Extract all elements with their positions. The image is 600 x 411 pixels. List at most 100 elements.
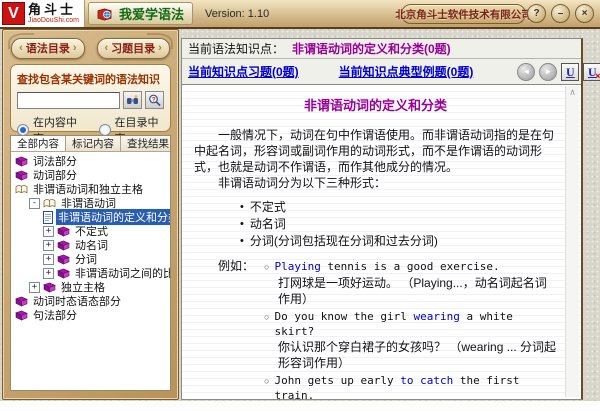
example-highlight: to catch [400,374,454,387]
v-logo-icon: V [2,2,25,25]
example-english-line: ○ Playing tennis is a good exercise. [264,259,557,275]
tab-arrow-left-icon: ‹ [19,41,23,54]
tree-expander-icon[interactable]: + [43,239,54,251]
lesson-title: 非谓语动词的定义和分类 [303,98,447,113]
example-chinese-line: 打网球是一项好运动。 （Playing...，动名词起名词作用） [278,276,547,306]
example-chinese-line: 你认识那个穿白裙子的女孩吗？ （wearing ... 分词起形容词作用） [278,340,557,370]
example-english-text: Do you know the girl wearing a white ski… [274,309,557,339]
tree-expander-icon[interactable]: + [43,267,54,279]
grammar-tree: 词法部分动词部分非谓语动词和独立主格-非谓语动词非谓语动词的定义和分类(0题)+… [11,152,170,322]
close-button[interactable]: × [575,4,594,23]
panel-tab[interactable]: 查找结果 [121,136,170,151]
example-bullet-icon: ○ [264,262,270,272]
example-item: ○ Do you know the girl wearing a white sk… [264,309,557,371]
panel-tab[interactable]: 标记内容 [66,136,121,151]
topic-examples-link[interactable]: 当前知识点典型例题(0题) [339,63,474,80]
tree-expander-icon[interactable]: - [29,197,40,209]
document-scrollbar[interactable]: ∧ [565,86,579,397]
sidebar-tab-label: 语法目录 [25,43,70,55]
sidebar: ‹语法目录›‹习题目录› 查找包含某关键词的语法知识 ? 在内容中查在目录中查 … [2,29,179,400]
company-banner: 北京角斗士软件技术有限公司 [395,4,532,24]
book-closed-icon [15,296,28,307]
tree-item[interactable]: 非谓语动词的定义和分类(0题) [11,208,170,226]
sidebar-tab-exercise-toc[interactable]: ‹ 习题目录 › [96,38,170,59]
example-english-line: ○ John gets up early to catch the first t… [264,373,557,399]
tree-item[interactable]: 动词部分 [11,168,170,182]
topic-exercises-link[interactable]: 当前知识点习题(0题) [188,63,299,80]
current-topic-bar: 当前语法知识点： 非谓语动词的定义和分类(0题) [182,39,581,59]
search-panel: 查找包含某关键词的语法知识 ? 在内容中查在目录中查 [10,64,171,145]
nav-back-button[interactable]: ◄ [517,62,536,81]
tree-expander-icon[interactable]: + [43,225,54,237]
svg-text:?: ? [152,96,156,103]
search-label: 查找包含某关键词的语法知识 [17,74,160,86]
red-cross-icon: × [595,70,600,81]
app-window: V 角斗士 JiaoDouShi.com 我爱学语法 Version: 1.10… [0,0,600,411]
brand-domain: JiaoDouShi.com [28,17,79,24]
minimize-button[interactable]: – [551,4,570,23]
app-title-badge: 我爱学语法 [87,2,193,25]
example-highlight: wearing [413,310,460,323]
tree-expander-icon[interactable]: + [43,253,54,265]
scroll-up-arrow-icon[interactable]: ∧ [566,86,579,99]
bullet-icon: • [240,218,244,230]
form-bullet-list: • 不定式 • 动名词 • 分词(分词包括现在分词和过去分词) [240,199,557,250]
nav-forward-button[interactable]: ► [539,62,558,81]
lesson-paragraph-2: 非谓语动词分为以下三种形式： [218,176,387,190]
content-toolbar: 当前知识点习题(0题) 当前知识点典型例题(0题) ◄ ► U U × [182,59,600,86]
help-button[interactable]: ? [527,4,546,23]
toc-panel: 全部内容 标记内容 查找结果 词法部分 动词部分 非谓语动词和独立主格 - 非谓语动词 非谓语… [10,135,171,391]
book-closed-icon [57,226,70,237]
bullet-label: 分词(分词包括现在分词和过去分词) [249,234,438,248]
version-label: Version: 1.10 [204,7,270,20]
sidebar-tab-grammar-toc[interactable]: ‹ 语法目录 › [11,38,85,59]
tree-item-label: 句法部分 [33,310,77,322]
example-english-text: Playing tennis is a good exercise. [274,259,499,274]
tab-arrow-left-icon: ‹ [104,41,109,54]
mark-underline-button[interactable]: U [561,62,580,81]
tree-item[interactable]: + 不定式 [11,224,170,238]
book-open-icon [43,198,56,209]
search-input[interactable] [17,91,120,109]
examples-block: 例如： ○ Playing tennis is a good exercise. 打… [218,259,557,399]
panel-tab[interactable]: 全部内容 [11,136,66,151]
binoculars-icon [127,95,138,104]
tab-arrow-right-icon: › [72,41,77,54]
title-bar: V 角斗士 JiaoDouShi.com 我爱学语法 Version: 1.10… [0,0,600,27]
example-bullet-icon: ○ [264,312,270,322]
tree-item[interactable]: 句法部分 [11,308,170,322]
examples-label: 例如： [218,259,255,273]
tree-expander-icon[interactable]: + [29,281,40,293]
tree-item[interactable]: + 独立主格 [11,280,170,294]
example-text-pre: Do you know the girl [274,310,414,323]
tree-item[interactable]: 非谓语动词和独立主格 [11,182,170,196]
tree-item[interactable]: + 分词 [11,252,170,266]
magnifier-question-icon: ? [149,94,161,106]
example-english-text: John gets up early to catch the first tr… [274,373,557,399]
example-text-pre: John gets up early [274,374,401,387]
content-frame: 当前语法知识点： 非谓语动词的定义和分类(0题) 当前知识点习题(0题) 当前知识… [181,38,600,400]
sidebar-tabs: ‹ 语法目录 › ‹ 习题目录 › [3,38,178,59]
tree-item[interactable]: - 非谓语动词 [11,196,170,210]
example-item: ○ John gets up early to catch the first t… [264,373,557,399]
current-topic-label: 当前语法知识点： [188,42,285,56]
tree-item[interactable]: 动词时态语态部分 [11,294,170,308]
page-icon [43,210,53,224]
find-keyword-button[interactable] [123,91,142,109]
search-help-button[interactable]: ? [145,91,164,109]
tree-item[interactable]: 词法部分 [11,154,170,168]
example-highlight: Playing [274,260,321,273]
book-closed-icon [15,156,28,167]
brand-logo: V 角斗士 JiaoDouShi.com [0,0,85,27]
book-closed-icon [57,254,70,265]
remove-underline-button[interactable]: U × [583,62,600,81]
current-topic-value: 非谓语动词的定义和分类(0题) [292,42,451,56]
brand-name: 角斗士 [28,2,77,17]
example-english-line: ○ Do you know the girl wearing a white sk… [264,309,557,339]
bullet-label: 动名词 [249,217,286,231]
tree-item[interactable]: +非谓语动词之间的比较 [11,266,170,280]
example-item: ○ Playing tennis is a good exercise. 打网球是一… [264,259,557,307]
form-bullet-item: • 动名词 [240,216,557,233]
topic-links: 当前知识点习题(0题) 当前知识点典型例题(0题) [188,63,513,80]
tree-item[interactable]: + 动名词 [11,238,170,252]
